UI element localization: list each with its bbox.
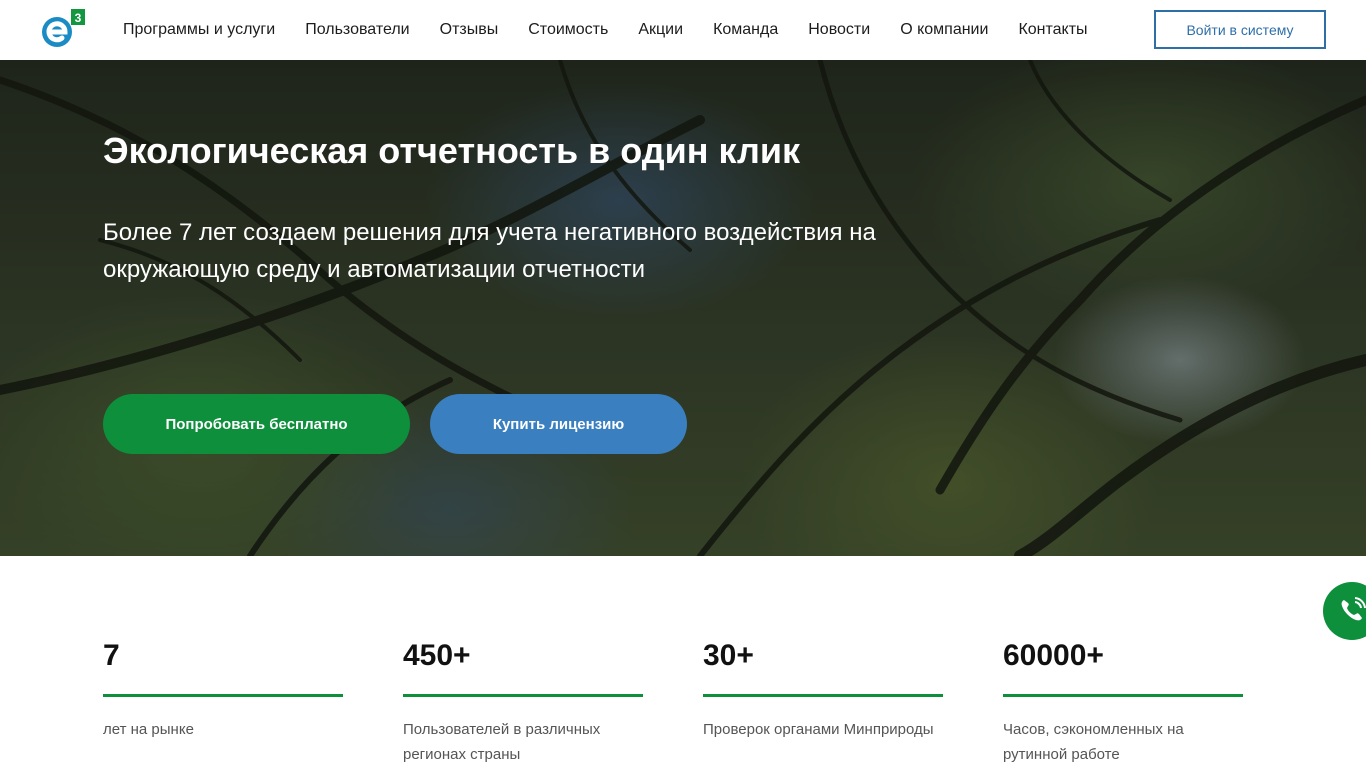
login-button[interactable]: Войти в систему: [1154, 10, 1326, 49]
stat-value: 7: [103, 639, 120, 672]
nav-item-team[interactable]: Команда: [698, 21, 793, 39]
hero-title: Экологическая отчетность в один клик: [103, 130, 800, 171]
hero-subtitle: Более 7 лет создаем решения для учета не…: [103, 219, 876, 283]
stat-value: 60000+: [1003, 639, 1104, 672]
svg-text:3: 3: [75, 11, 82, 25]
stat-value: 450+: [403, 639, 471, 672]
stat-label: лет на рынке: [103, 721, 194, 738]
stat-years: 7 лет на рынке: [103, 638, 343, 742]
stat-divider: [103, 694, 343, 697]
nav-item-users[interactable]: Пользователи: [290, 21, 424, 39]
hero-banner: Экологическая отчетность в один клик Бол…: [0, 60, 1366, 556]
stat-inspections: 30+ Проверок органами Минприроды: [703, 638, 943, 742]
nav-item-news[interactable]: Новости: [793, 21, 885, 39]
stat-divider: [403, 694, 643, 697]
site-header: 3 Программы и услуги Пользователи Отзывы…: [0, 0, 1366, 60]
nav-item-promotions[interactable]: Акции: [623, 21, 698, 39]
e3-logo-icon[interactable]: 3: [40, 9, 86, 49]
nav-item-pricing[interactable]: Стоимость: [513, 21, 623, 39]
stat-divider: [703, 694, 943, 697]
stats-section: 7 лет на рынке 450+ Пользователей в разл…: [0, 556, 1366, 768]
stat-label: Пользователей в различных регионах стран…: [403, 721, 601, 763]
stat-hours: 60000+ Часов, сэкономленных на рутинной …: [1003, 638, 1243, 767]
stat-value: 30+: [703, 639, 754, 672]
stat-users: 450+ Пользователей в различных регионах …: [403, 638, 643, 767]
try-free-button[interactable]: Попробовать бесплатно: [103, 394, 410, 454]
nav-item-contacts[interactable]: Контакты: [1003, 21, 1102, 39]
nav-item-about[interactable]: О компании: [885, 21, 1003, 39]
stat-label: Часов, сэкономленных на рутинной работе: [1003, 721, 1184, 763]
stat-label: Проверок органами Минприроды: [703, 721, 934, 738]
main-nav: Программы и услуги Пользователи Отзывы С…: [108, 0, 1103, 60]
nav-item-reviews[interactable]: Отзывы: [425, 21, 514, 39]
phone-icon: [1341, 597, 1366, 621]
stat-divider: [1003, 694, 1243, 697]
buy-license-button[interactable]: Купить лицензию: [430, 394, 687, 454]
nav-item-programs[interactable]: Программы и услуги: [108, 21, 290, 39]
